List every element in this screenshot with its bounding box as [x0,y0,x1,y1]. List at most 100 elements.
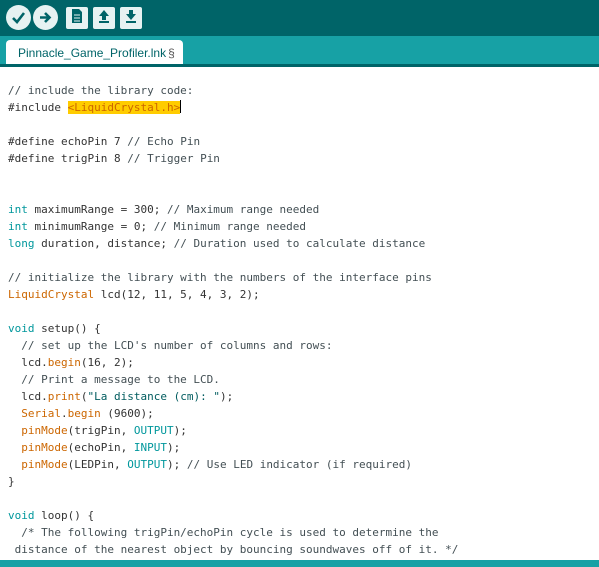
tab-title: Pinnacle_Game_Profiler.lnk [18,46,167,60]
code-token: <LiquidCrystal.h> [67,101,181,114]
code-token: // Echo Pin [127,135,201,148]
code-token: pinMode [21,424,68,437]
code-line: /* The following trigPin/echoPin cycle i… [8,524,458,541]
code-token: (LEDPin, [67,458,128,471]
code-token: . [61,407,68,420]
code-editor[interactable]: // include the library code: #include <Li… [0,67,599,560]
code-token: INPUT [133,441,167,454]
code-line: int minimumRange = 0; // Minimum range n… [8,218,458,235]
code-token: pinMode [21,458,68,471]
code-line: long duration, distance; // Duration use… [8,235,458,252]
tab-modified-mark: § [168,46,175,60]
code-token: ( [80,390,88,403]
code-line: // set up the LCD's number of columns an… [8,337,458,354]
code-line: pinMode(trigPin, OUTPUT); [8,422,458,439]
code-token: LiquidCrystal [8,288,95,301]
code-line: #define trigPin 8 // Trigger Pin [8,150,458,167]
code-line: } [8,473,458,490]
code-token: // initialize the library with the numbe… [8,271,432,284]
arrow-right-icon [38,10,53,25]
code-token: // Duration used to calculate distance [173,237,426,250]
code-token: // Use LED indicator (if required) [186,458,413,471]
code-token: maximumRange = 300; [27,203,167,216]
save-button[interactable] [120,7,142,29]
code-token: void [8,509,35,522]
code-token: ); [166,458,187,471]
code-line: pinMode(LEDPin, OUTPUT); // Use LED indi… [8,456,458,473]
code-line: lcd.begin(16, 2); [8,354,458,371]
code-line: #define echoPin 7 // Echo Pin [8,133,458,150]
tab-sketch[interactable]: Pinnacle_Game_Profiler.lnk § [6,40,183,66]
status-bar [0,560,599,567]
code-token: lcd. [8,356,48,369]
code-line: // initialize the library with the numbe… [8,269,458,286]
code-token: #include [8,101,68,114]
code-token: OUTPUT [133,424,174,437]
code-token: int [8,203,28,216]
code-token: ); [173,424,187,437]
code-token: begin [67,407,101,420]
verify-button[interactable] [6,5,31,30]
code-token: (16, 2); [80,356,134,369]
code-token: OUTPUT [127,458,167,471]
code-token: (trigPin, [67,424,134,437]
new-button[interactable] [66,7,88,29]
code-token: // include the library code: [8,84,194,97]
save-icon [124,8,138,28]
code-token: // Minimum range needed [153,220,307,233]
code-line: int maximumRange = 300; // Maximum range… [8,201,458,218]
code-line: lcd.print("La distance (cm): "); [8,388,458,405]
code-token: // Print a message to the LCD. [8,373,220,386]
code-token: begin [47,356,81,369]
code-token: "La distance (cm): " [87,390,220,403]
open-button[interactable] [93,7,115,29]
code-token: // set up the LCD's number of columns an… [8,339,333,352]
code-token: void [8,322,35,335]
code-token: setup() { [34,322,101,335]
text-cursor [180,100,182,113]
new-file-icon [70,8,84,28]
code-line: void loop() { [8,507,458,524]
code-token: pinMode [21,441,68,454]
code-token: // Maximum range needed [166,203,320,216]
code-line: Serial.begin (9600); [8,405,458,422]
code-line: distance of the nearest object by bounci… [8,541,459,558]
code-line: // include the library code: [8,82,458,99]
code-token: int [8,220,28,233]
code-token: (echoPin, [67,441,134,454]
code-token: // Trigger Pin [127,152,220,165]
code-token: distance of the nearest object by bounci… [8,543,459,556]
code-line: pinMode(echoPin, INPUT); [8,439,458,456]
upload-button[interactable] [33,5,58,30]
code-text: // include the library code: #include <Li… [8,82,458,558]
code-token: (9600); [100,407,154,420]
code-line: LiquidCrystal lcd(12, 11, 5, 4, 3, 2); [8,286,458,303]
code-token: ); [166,441,181,454]
code-token: /* The following trigPin/echoPin cycle i… [8,526,439,539]
code-token: print [47,390,81,403]
toolbar [0,0,599,36]
code-token: ); [219,390,234,403]
code-token: minimumRange = 0; [27,220,154,233]
code-token: Serial [21,407,61,420]
code-token: #define trigPin 8 [8,152,128,165]
code-token: long [8,237,35,250]
code-token: lcd(12, 11, 5, 4, 3, 2); [94,288,260,301]
code-line: void setup() { [8,320,458,337]
code-line: #include <LiquidCrystal.h> [8,99,458,116]
code-token: } [8,475,15,488]
code-line: // Print a message to the LCD. [8,371,458,388]
code-token: loop() { [34,509,95,522]
code-token: duration, distance; [34,237,174,250]
code-token: lcd. [8,390,48,403]
